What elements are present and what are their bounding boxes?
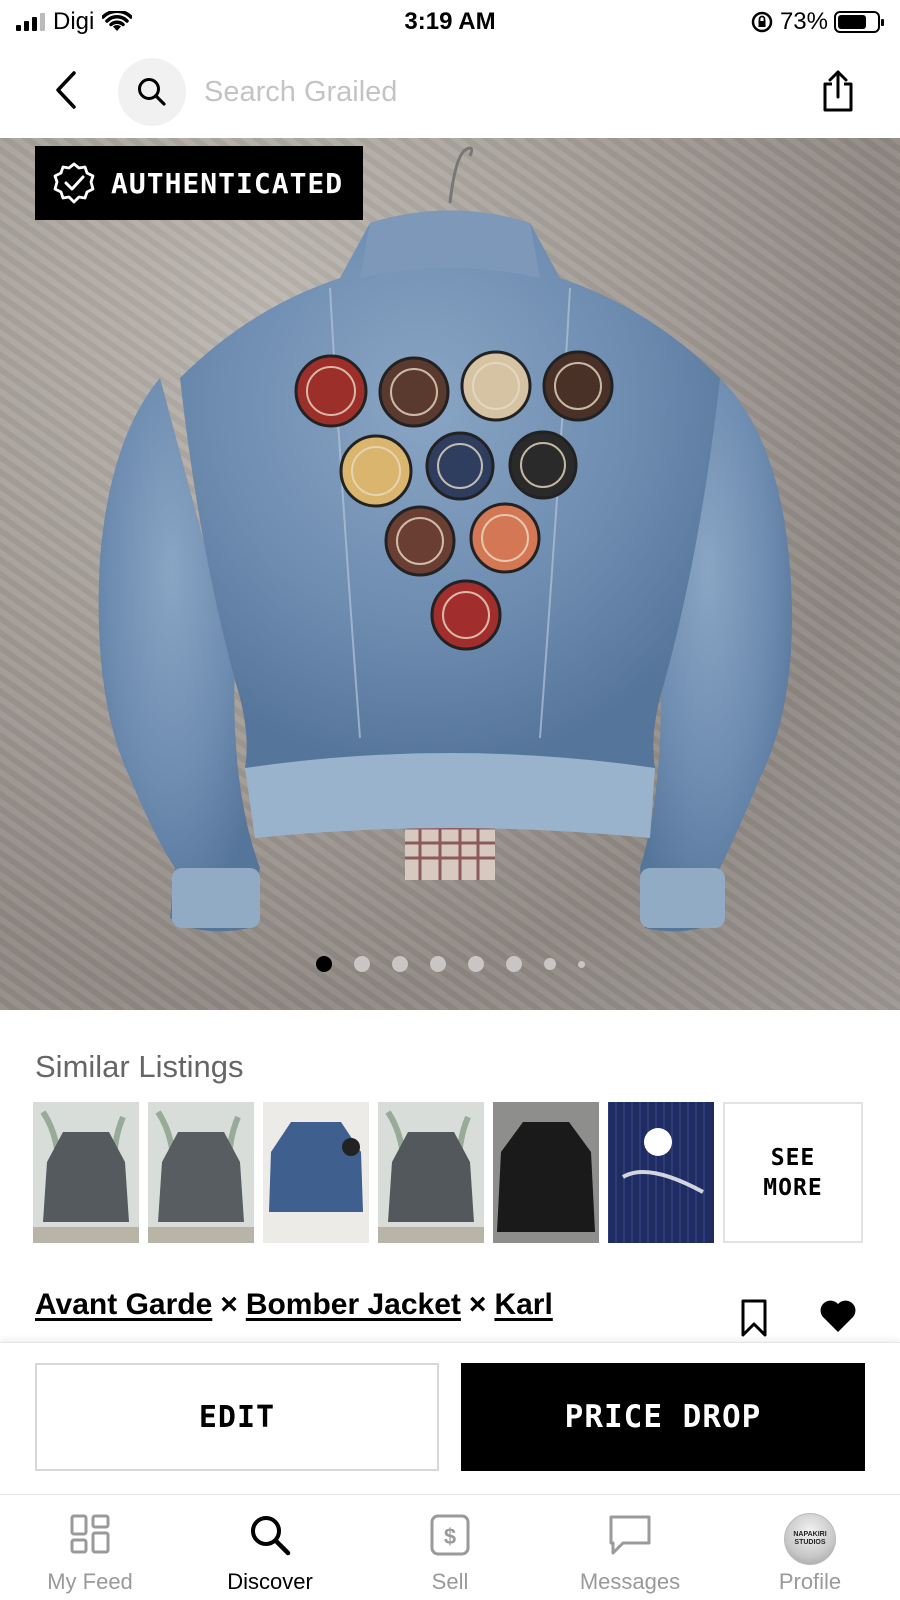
authenticated-label: AUTHENTICATED: [111, 166, 344, 200]
similar-listing-thumb[interactable]: [378, 1102, 484, 1243]
status-right: 73%: [750, 8, 884, 36]
chevron-left-icon: [56, 71, 76, 109]
edit-button[interactable]: EDIT: [35, 1363, 439, 1471]
carousel-dot[interactable]: [391, 956, 408, 972]
navy-striped-shirt-image: [608, 1102, 714, 1243]
carousel-dot[interactable]: [467, 956, 484, 972]
search-header: [0, 46, 900, 138]
carousel-dot[interactable]: [429, 956, 446, 972]
listing-photo-carousel[interactable]: AUTHENTICATED: [0, 138, 900, 1010]
designer-link[interactable]: Avant Garde: [35, 1288, 212, 1322]
carousel-dot[interactable]: [577, 960, 585, 968]
tab-sell[interactable]: $ Sell: [360, 1495, 540, 1600]
similar-listing-thumb[interactable]: [33, 1102, 139, 1243]
tab-label: My Feed: [47, 1569, 133, 1594]
blue-denim-jacket-image: [263, 1102, 369, 1243]
search-icon: [251, 1516, 291, 1556]
chat-bubble-icon: [609, 1515, 651, 1555]
verified-check-icon: [53, 162, 95, 204]
gray-denim-jacket-image: [378, 1102, 484, 1243]
tab-profile[interactable]: NAPAKIRI STUDIOS Profile: [720, 1495, 900, 1600]
share-button[interactable]: [816, 66, 860, 116]
similar-listings-row: SEE MORE: [33, 1102, 863, 1243]
see-more-button[interactable]: SEE MORE: [723, 1102, 863, 1243]
battery-percent: 73%: [779, 8, 828, 35]
price-drop-button[interactable]: PRICE DROP: [461, 1363, 865, 1471]
designer-separator: ×: [220, 1288, 238, 1321]
tab-label: Messages: [579, 1569, 681, 1594]
gray-denim-jacket-image: [148, 1102, 254, 1243]
share-icon: [823, 70, 853, 112]
gray-denim-jacket-image: [33, 1102, 139, 1243]
designer-link[interactable]: Karl: [494, 1288, 552, 1322]
designer-link[interactable]: Bomber Jacket: [246, 1288, 461, 1322]
similar-listing-thumb[interactable]: [263, 1102, 369, 1243]
profile-avatar: NAPAKIRI STUDIOS: [784, 1513, 836, 1565]
carousel-dot[interactable]: [543, 958, 556, 970]
tab-label: Sell: [431, 1569, 469, 1594]
grid-icon: [70, 1514, 110, 1554]
tab-messages[interactable]: Messages: [540, 1495, 720, 1600]
dollar-tag-icon: $: [430, 1514, 470, 1556]
status-bar: Digi 3:19 AM 73%: [0, 0, 900, 46]
similar-listing-thumb[interactable]: [493, 1102, 599, 1243]
similar-listing-thumb[interactable]: [608, 1102, 714, 1243]
similar-listings-title: Similar Listings: [35, 1049, 244, 1084]
orientation-lock-icon: [751, 11, 773, 33]
similar-listing-thumb[interactable]: [148, 1102, 254, 1243]
svg-text:$: $: [444, 1524, 456, 1549]
battery-icon: [834, 11, 884, 33]
authenticated-badge: AUTHENTICATED: [35, 146, 363, 220]
tab-label: Discover: [227, 1569, 313, 1594]
carousel-indicator: [0, 956, 900, 972]
tab-bar: My Feed Discover $ Sell Messages NAPAKIR…: [0, 1494, 900, 1600]
heart-icon[interactable]: [818, 1298, 858, 1334]
black-blazer-image: [493, 1102, 599, 1243]
carousel-dot[interactable]: [353, 956, 370, 972]
carousel-dot[interactable]: [315, 956, 332, 972]
carousel-dot[interactable]: [505, 956, 522, 972]
tab-discover[interactable]: Discover: [180, 1495, 360, 1600]
jacket-photo: [98, 146, 792, 932]
search-button[interactable]: [118, 58, 186, 126]
tab-my-feed[interactable]: My Feed: [0, 1495, 180, 1600]
search-input[interactable]: [204, 68, 764, 116]
listing-title: Avant Garde × Bomber Jacket × Karl: [35, 1288, 553, 1322]
tab-label: Profile: [778, 1569, 842, 1594]
back-button[interactable]: [44, 64, 88, 116]
action-bar: EDIT PRICE DROP: [0, 1342, 900, 1494]
designer-separator: ×: [468, 1288, 487, 1321]
search-icon: [138, 78, 166, 106]
bookmark-icon[interactable]: [738, 1298, 770, 1338]
